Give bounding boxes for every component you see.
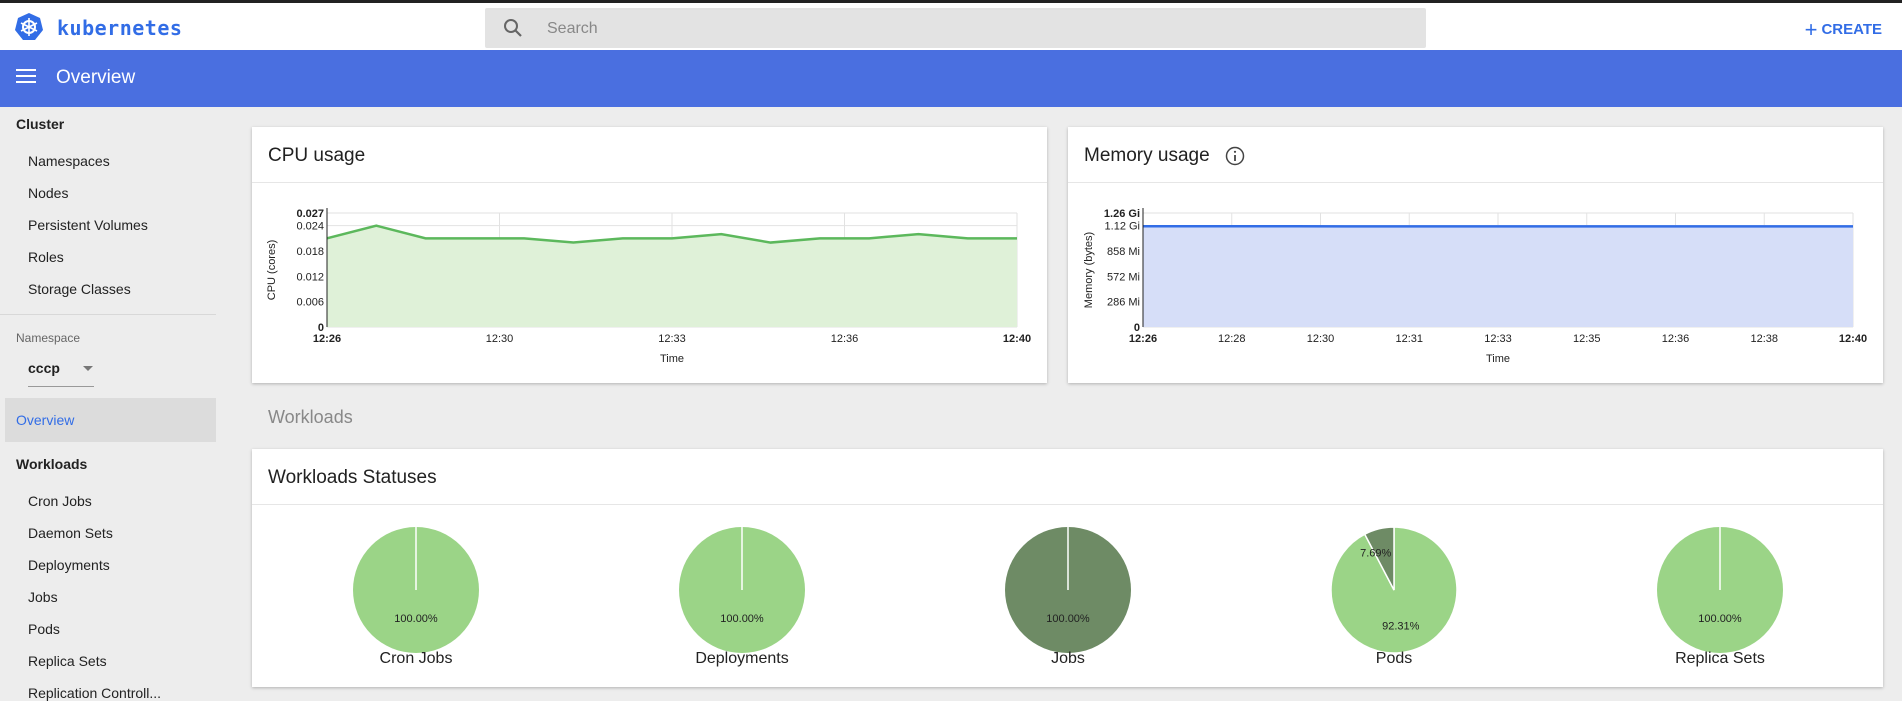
pie-chart-replica-sets: 100.00% (1640, 510, 1800, 670)
y-tick-label: 572 Mi (1107, 271, 1140, 283)
x-tick-label: 12:33 (658, 333, 686, 345)
sidebar-item-deployments[interactable]: Deployments (28, 557, 110, 573)
pie-slice-label: 100.00% (394, 613, 438, 625)
pie-title[interactable]: Deployments (632, 650, 852, 668)
sidebar-item-persistent-volumes[interactable]: Persistent Volumes (28, 217, 148, 233)
pie-chart-deployments: 100.00% (662, 510, 822, 670)
pie-chart-cron-jobs: 100.00% (336, 510, 496, 670)
pie-slice-label: 100.00% (720, 613, 764, 625)
memory-usage-chart: 0286 Mi572 Mi858 Mi1.12 Gi1.26 Gi12:2612… (1068, 183, 1883, 383)
sidebar-item-storage-classes[interactable]: Storage Classes (28, 281, 131, 297)
y-tick-label: 0.027 (296, 208, 324, 220)
pie-slice-label: 7.69% (1360, 547, 1391, 559)
hamburger-menu-icon[interactable] (16, 69, 36, 85)
x-tick-label: 12:30 (486, 333, 514, 345)
y-tick-label: 858 Mi (1107, 246, 1140, 258)
y-tick-label: 0.024 (296, 221, 324, 233)
sidebar-item-namespaces[interactable]: Namespaces (28, 153, 110, 169)
workloads-section-title: Workloads (268, 407, 353, 428)
x-tick-label: 12:26 (1129, 333, 1157, 345)
y-tick-label: 0.012 (296, 271, 324, 283)
cpu-usage-title: CPU usage (268, 145, 365, 167)
namespace-select[interactable]: cccp (28, 356, 94, 387)
sidebar-heading-cluster[interactable]: Cluster (16, 116, 64, 132)
x-tick-label: 12:26 (313, 333, 341, 345)
page-header: Overview (0, 50, 1902, 107)
sidebar-item-replica-sets[interactable]: Replica Sets (28, 653, 107, 669)
chevron-down-icon (83, 366, 93, 371)
sidebar-item-nodes[interactable]: Nodes (28, 185, 68, 201)
search-input[interactable] (545, 8, 1409, 50)
search-bar[interactable] (485, 8, 1426, 48)
namespace-value: cccp (28, 360, 60, 376)
sidebar: Cluster Namespaces Nodes Persistent Volu… (0, 107, 220, 691)
y-axis-label: CPU (cores) (266, 240, 278, 301)
cpu-usage-card: CPU usage 00.0060.0120.0180.0240.02712:2… (252, 127, 1047, 383)
memory-usage-card: Memory usage 0286 Mi572 Mi858 Mi1.12 Gi1… (1068, 127, 1883, 383)
namespace-label: Namespace (16, 331, 80, 345)
y-axis-label: Memory (bytes) (1083, 232, 1095, 308)
x-tick-label: 12:40 (1839, 333, 1867, 345)
y-tick-label: 0.006 (296, 297, 324, 309)
sidebar-item-pods[interactable]: Pods (28, 621, 60, 637)
kubernetes-logo-icon[interactable] (14, 12, 44, 42)
sidebar-divider (0, 314, 216, 315)
pie-title[interactable]: Replica Sets (1610, 650, 1830, 668)
x-tick-label: 12:31 (1395, 333, 1423, 345)
top-bar: kubernetes +CREATE (0, 0, 1902, 50)
x-tick-label: 12:35 (1573, 333, 1601, 345)
pie-title[interactable]: Pods (1284, 650, 1504, 668)
workloads-statuses-title: Workloads Statuses (268, 467, 437, 489)
memory-usage-title: Memory usage (1084, 145, 1210, 167)
pie-chart-pods: 92.31% 7.69% (1314, 510, 1474, 670)
x-tick-label: 12:36 (1662, 333, 1690, 345)
pie-slice-label: 100.00% (1698, 613, 1742, 625)
sidebar-item-jobs[interactable]: Jobs (28, 589, 58, 605)
pie-title[interactable]: Cron Jobs (306, 650, 526, 668)
x-tick-label: 12:33 (1484, 333, 1512, 345)
sidebar-item-cron-jobs[interactable]: Cron Jobs (28, 493, 92, 509)
plus-icon: + (1805, 17, 1818, 42)
series-area (1143, 226, 1853, 327)
x-tick-label: 12:36 (831, 333, 859, 345)
y-tick-label: 1.26 Gi (1104, 208, 1140, 220)
sidebar-heading-workloads[interactable]: Workloads (16, 456, 87, 472)
sidebar-item-roles[interactable]: Roles (28, 249, 64, 265)
series-area (327, 226, 1017, 327)
card-divider (252, 504, 1883, 505)
create-button[interactable]: +CREATE (1805, 17, 1882, 43)
sidebar-item-daemon-sets[interactable]: Daemon Sets (28, 525, 113, 541)
x-axis-label: Time (1486, 353, 1510, 365)
x-axis-label: Time (660, 353, 684, 365)
sidebar-item-replication-controllers[interactable]: Replication Controll... (28, 685, 161, 701)
pie-slice-label: 92.31% (1382, 621, 1420, 633)
sidebar-item-overview-label: Overview (16, 412, 74, 428)
x-tick-label: 12:30 (1307, 333, 1335, 345)
sidebar-item-overview[interactable]: Overview (5, 398, 216, 442)
pie-slice-label: 100.00% (1046, 613, 1090, 625)
x-tick-label: 12:38 (1750, 333, 1778, 345)
pie-chart-jobs: 100.00% (988, 510, 1148, 670)
y-tick-label: 1.12 Gi (1105, 221, 1140, 233)
info-icon[interactable] (1225, 146, 1245, 166)
brand-name[interactable]: kubernetes (57, 16, 182, 40)
x-tick-label: 12:28 (1218, 333, 1246, 345)
create-label: CREATE (1821, 21, 1882, 38)
y-tick-label: 0.018 (296, 246, 324, 258)
page-title: Overview (56, 67, 135, 89)
search-icon (503, 18, 523, 38)
cpu-usage-chart: 00.0060.0120.0180.0240.02712:2612:3012:3… (252, 183, 1047, 383)
y-tick-label: 286 Mi (1107, 297, 1140, 309)
x-tick-label: 12:40 (1003, 333, 1031, 345)
pie-title[interactable]: Jobs (958, 650, 1178, 668)
